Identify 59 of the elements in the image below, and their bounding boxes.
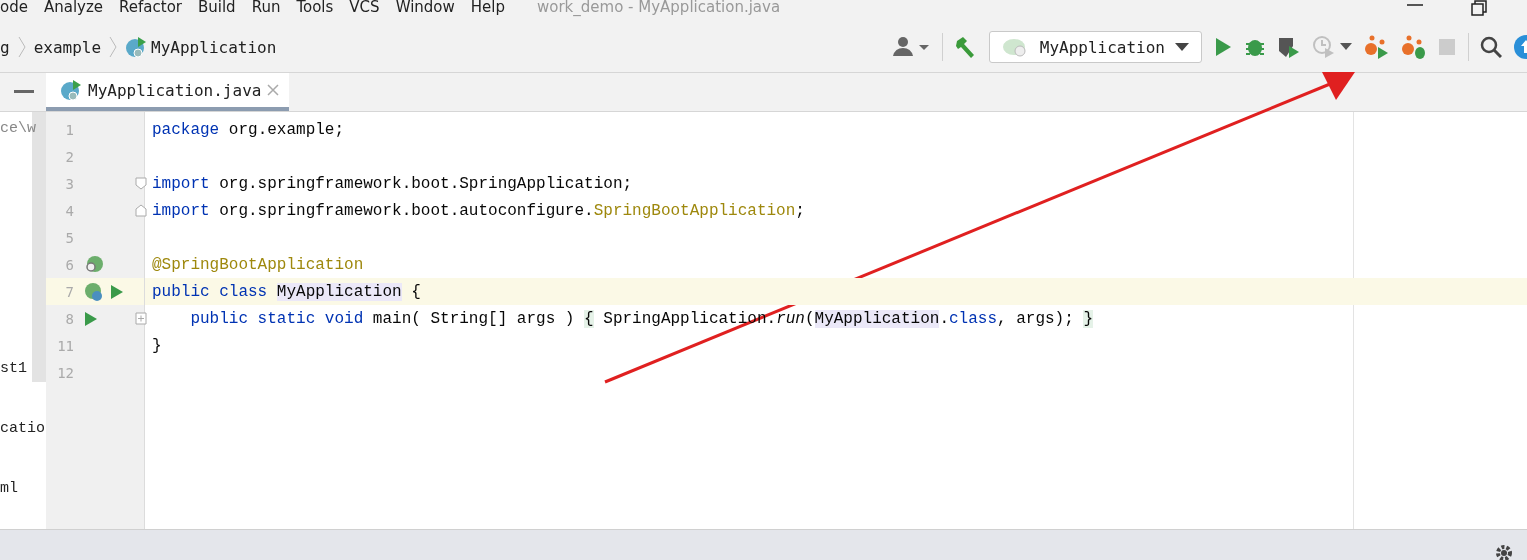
run-icon[interactable]	[1213, 36, 1233, 58]
breadcrumb[interactable]: MyApplication	[151, 37, 277, 57]
run-icon[interactable]	[84, 310, 98, 327]
line-number: 4	[64, 202, 74, 219]
menu-item[interactable]: Build	[198, 0, 236, 16]
breadcrumb[interactable]: g	[0, 37, 10, 57]
run-icon[interactable]	[110, 283, 124, 300]
chevron-icon	[109, 36, 118, 58]
user-icon[interactable]	[892, 36, 931, 58]
line-number: 5	[64, 229, 74, 246]
class-icon	[125, 36, 148, 58]
class-icon	[60, 79, 82, 101]
menu-item[interactable]: Help	[470, 0, 505, 16]
project-tree-item[interactable]: st1	[0, 360, 46, 390]
line-number: 6	[64, 256, 74, 273]
search-icon[interactable]	[1480, 36, 1502, 58]
code-line: import org.springframework.boot.autoconfigure.SpringBootApplication;	[152, 201, 805, 220]
run-config-dropdown[interactable]: MyApplication	[988, 31, 1202, 63]
caret-icon	[1175, 42, 1189, 52]
project-tree-item[interactable]: ce\w	[0, 120, 46, 150]
menu-item[interactable]: Refactor	[119, 0, 182, 16]
caret-icon[interactable]	[1340, 43, 1352, 51]
window-title: work_demo - MyApplication.java	[537, 0, 781, 16]
line-number: 1	[64, 121, 74, 138]
fold-icon[interactable]	[135, 177, 147, 190]
line-number: 11	[56, 337, 74, 354]
restore-icon[interactable]	[1471, 0, 1487, 16]
breadcrumb[interactable]: example	[33, 37, 102, 57]
spring-icon	[84, 281, 104, 302]
project-tree-item[interactable]: catio	[0, 420, 46, 450]
line-number: 2	[64, 148, 74, 165]
molecule-run-icon[interactable]	[1363, 35, 1389, 59]
project-tree-item[interactable]: ml	[0, 480, 46, 510]
bean-icon	[84, 254, 104, 275]
line-number: 3	[64, 175, 74, 192]
hide-panel-icon[interactable]	[14, 90, 34, 94]
menu-item[interactable]: Window	[395, 0, 455, 16]
code-line: public class MyApplication {	[152, 282, 421, 301]
menu-item[interactable]: ode	[0, 0, 28, 16]
fold-icon[interactable]	[135, 312, 147, 325]
upload-icon[interactable]	[1513, 34, 1527, 60]
code-line: import org.springframework.boot.SpringApplication;	[152, 174, 633, 193]
close-icon[interactable]	[267, 84, 280, 96]
chevron-icon	[17, 36, 26, 58]
menu-item[interactable]: Analyze	[43, 0, 104, 16]
code-line: package org.example;	[152, 120, 345, 139]
line-number: 7	[64, 283, 74, 300]
fold-icon[interactable]	[135, 204, 147, 217]
molecule-bug-icon[interactable]	[1400, 35, 1426, 59]
menu-item[interactable]: VCS	[349, 0, 380, 16]
line-number: 8	[64, 310, 74, 327]
menu-item[interactable]: Tools	[296, 0, 334, 16]
code-line: }	[152, 336, 162, 355]
code-line: @SpringBootApplication	[152, 255, 364, 274]
coverage-icon[interactable]	[1277, 35, 1301, 59]
editor-tab[interactable]: MyApplication.java	[46, 73, 290, 111]
settings-icon[interactable]	[1495, 544, 1513, 560]
menu-item[interactable]: Run	[251, 0, 281, 16]
line-number: 12	[56, 364, 74, 381]
